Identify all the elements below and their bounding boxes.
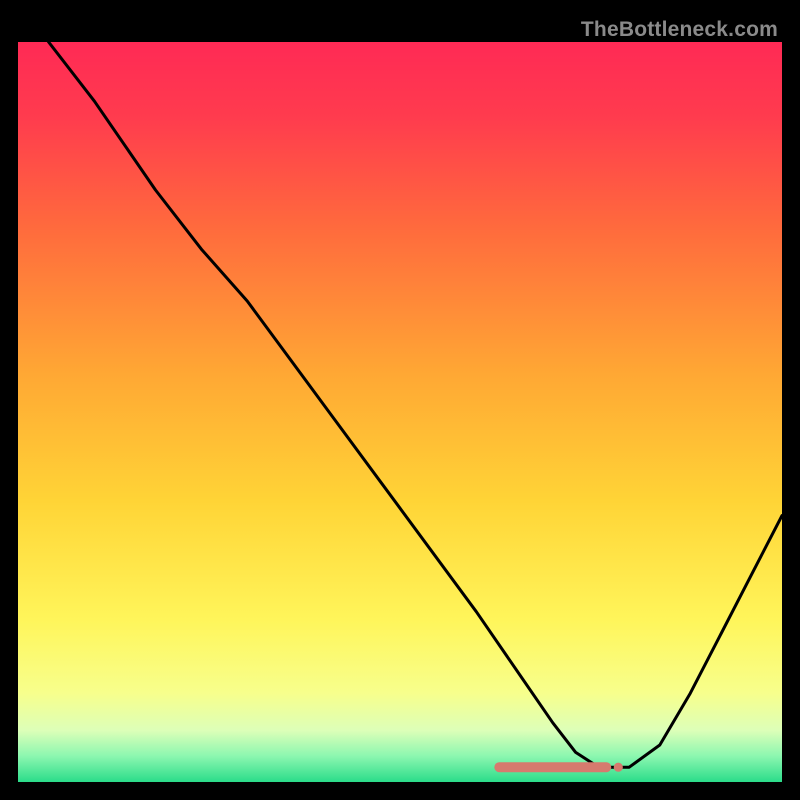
chart-plot [18,42,782,782]
chart-frame: TheBottleneck.com [18,18,782,782]
gradient-background [18,42,782,782]
watermark-text: TheBottleneck.com [581,18,778,42]
chart-svg [18,42,782,782]
optimal-range-end-dot [614,763,623,772]
